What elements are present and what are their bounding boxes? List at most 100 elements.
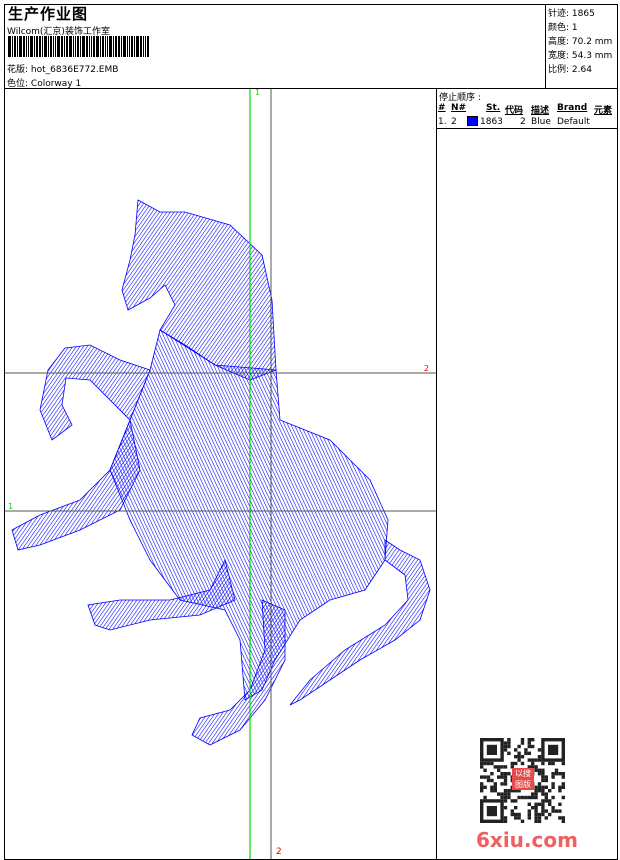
qr-module	[534, 758, 538, 762]
qr-module	[520, 761, 525, 766]
qr-module	[537, 782, 542, 786]
qr-module	[531, 738, 535, 742]
qr-module	[551, 782, 555, 786]
qr-module	[537, 755, 542, 759]
bottom-marker: 2	[276, 847, 282, 857]
qr-module	[497, 792, 501, 796]
qr-module	[486, 775, 491, 779]
qr-module	[517, 744, 521, 749]
qr-module	[517, 795, 521, 800]
qr-module	[490, 772, 494, 776]
qr-module	[551, 795, 555, 800]
qr-module	[548, 789, 552, 793]
qr-module	[517, 755, 521, 759]
qr-module	[537, 802, 542, 806]
stamp-logo: 以搜 图版	[512, 768, 534, 790]
qr-module	[554, 809, 559, 813]
qr-module	[493, 789, 497, 793]
qr-module	[503, 765, 508, 769]
qr-module	[561, 775, 565, 779]
qr-module	[534, 812, 538, 817]
qr-module	[561, 795, 565, 800]
qr-module	[503, 775, 508, 779]
qr-module	[503, 795, 508, 800]
qr-module	[510, 761, 514, 766]
qr-module	[514, 812, 518, 817]
qr-module	[480, 775, 484, 779]
qr-module	[558, 789, 562, 793]
qr-module	[541, 806, 545, 810]
qr-module	[534, 816, 538, 820]
qr-module	[520, 741, 525, 745]
qr-module	[527, 738, 531, 742]
qr-finder	[486, 744, 497, 755]
right-marker: 2	[424, 364, 430, 373]
qr-module	[500, 792, 504, 796]
qr-module	[503, 741, 508, 745]
qr-module	[507, 744, 511, 749]
qr-module	[493, 765, 497, 769]
qr-module	[541, 768, 545, 772]
qr-module	[537, 758, 542, 762]
qr-module	[554, 772, 559, 776]
qr-module	[534, 802, 538, 806]
qr-module	[524, 795, 528, 800]
qr-module	[534, 795, 538, 800]
qr-module	[493, 782, 497, 786]
qr-finder	[548, 744, 559, 755]
qr-module	[507, 789, 511, 793]
qr-module	[483, 775, 487, 779]
qr-module	[500, 795, 504, 800]
qr-module	[527, 795, 531, 800]
qr-module	[537, 789, 542, 793]
qr-module	[544, 785, 548, 789]
qr-module	[524, 748, 528, 752]
qr-module	[558, 785, 562, 789]
qr-module	[541, 775, 545, 779]
qr-module	[551, 785, 555, 789]
qr-module	[517, 758, 521, 762]
qr-module	[531, 758, 535, 762]
qr-module	[551, 806, 555, 810]
qr-module	[486, 761, 491, 766]
qr-module	[544, 816, 548, 820]
qr-module	[561, 785, 565, 789]
qr-module	[534, 765, 538, 769]
qr-module	[537, 812, 542, 817]
qr-module	[500, 772, 504, 776]
qr-module	[541, 789, 545, 793]
qr-module	[497, 765, 501, 769]
qr-module	[558, 816, 562, 820]
qr-module	[500, 775, 504, 779]
qr-module	[514, 799, 518, 803]
qr-module	[493, 785, 497, 789]
qr-module	[483, 761, 487, 766]
qr-module	[531, 795, 535, 800]
qr-module	[527, 812, 531, 817]
qr-module	[503, 744, 508, 749]
qr-module	[510, 812, 514, 817]
qr-module	[558, 772, 562, 776]
qr-module	[534, 809, 538, 813]
qr-module	[534, 819, 538, 823]
qr-module	[490, 789, 494, 793]
qr-module	[500, 765, 504, 769]
qr-module	[561, 816, 565, 820]
qr-module	[520, 795, 525, 800]
qr-module	[541, 792, 545, 796]
qr-module	[561, 782, 565, 786]
qr-module	[544, 795, 548, 800]
qr-module	[541, 772, 545, 776]
qr-module	[517, 812, 521, 817]
qr-module	[510, 809, 514, 813]
qr-module	[503, 816, 508, 820]
qr-module	[541, 778, 545, 783]
qr-module	[544, 792, 548, 796]
qr-module	[490, 785, 494, 789]
qr-module	[534, 792, 538, 796]
qr-module	[483, 785, 487, 789]
horse-embroidery	[11, 199, 431, 746]
qr-module	[480, 782, 484, 786]
qr-module	[503, 748, 508, 752]
qr-module	[534, 785, 538, 789]
